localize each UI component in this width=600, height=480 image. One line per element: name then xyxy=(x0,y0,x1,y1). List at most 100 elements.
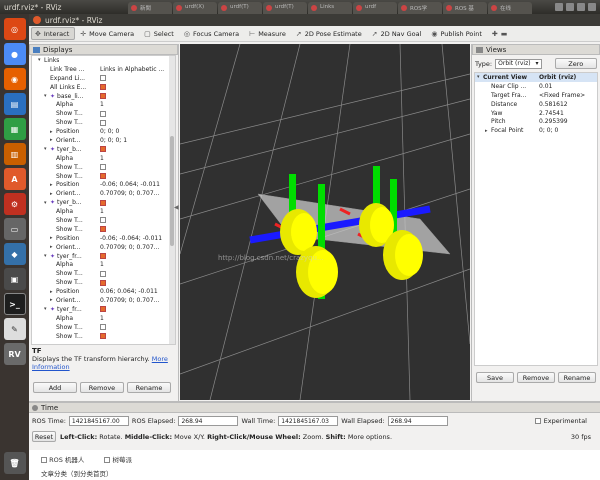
writer-icon[interactable]: ▤ xyxy=(3,93,26,115)
save-button[interactable]: Save xyxy=(476,372,514,383)
property-value[interactable] xyxy=(100,279,170,286)
close-icon[interactable] xyxy=(33,16,41,24)
wall-time-field[interactable]: 1421845167.03 xyxy=(278,416,339,426)
display-property-row[interactable]: ▾ ✦ tyer_b... xyxy=(32,145,175,154)
property-value[interactable] xyxy=(100,164,170,171)
display-property-row[interactable]: Show T... xyxy=(32,278,175,287)
displays-tree[interactable]: ▾ Links Link Tree ... Links in Alphabetic .… xyxy=(31,55,176,345)
property-checkbox[interactable] xyxy=(100,119,106,126)
property-checkbox[interactable] xyxy=(100,84,106,91)
tool-interact[interactable]: ✥ Interact xyxy=(31,27,76,40)
add-tool-button[interactable]: ✚ ▬ xyxy=(489,27,513,40)
browser-tab[interactable]: ROS学 xyxy=(398,2,442,14)
terminal-icon[interactable]: >_ xyxy=(3,293,26,315)
volume-icon[interactable] xyxy=(577,3,585,11)
view-type-select[interactable]: Orbit (rviz) ▾ xyxy=(495,58,542,69)
collapse-left-arrow-icon[interactable]: ◀ xyxy=(174,204,179,211)
display-property-row[interactable]: ▸ Position -0.06; -0.064; -0.011 xyxy=(32,234,175,243)
background-option-2[interactable]: 树莓派 xyxy=(104,454,132,464)
display-property-row[interactable]: ▸ Position 0; 0; 0 xyxy=(32,127,175,136)
tool-measure[interactable]: ⊢ Measure xyxy=(246,27,291,40)
wall-elapsed-field[interactable]: 268.94 xyxy=(387,416,448,426)
display-property-row[interactable]: All Links E... xyxy=(32,83,175,92)
display-property-row[interactable]: Show T... xyxy=(32,225,175,234)
scrollbar-thumb[interactable] xyxy=(170,136,174,246)
display-property-row[interactable]: ▸ Orient... 0.70709; 0; 0.707... xyxy=(32,243,175,252)
add-button[interactable]: Add xyxy=(33,382,77,393)
browser-tab[interactable]: urdf(T) xyxy=(263,2,307,14)
property-value[interactable] xyxy=(100,270,170,277)
property-checkbox[interactable] xyxy=(100,253,106,260)
display-property-row[interactable]: ▸ Orient... 0.70709; 0; 0.707... xyxy=(32,296,175,305)
display-property-row[interactable]: ▾ ✦ tyer_fr... xyxy=(32,252,175,261)
background-checkbox-2[interactable] xyxy=(104,457,111,463)
background-option-1[interactable]: ROS 机器人 xyxy=(41,454,84,464)
display-property-row[interactable]: ▾ ✦ base_li... xyxy=(32,92,175,101)
view-property-row[interactable]: Distance 0.581612 xyxy=(475,100,597,109)
browser-tab[interactable]: urdf xyxy=(353,2,397,14)
settings-icon[interactable]: ⚙ xyxy=(3,193,26,215)
workspace-icon[interactable]: ▣ xyxy=(3,268,26,290)
software-center-icon[interactable]: A xyxy=(3,168,26,190)
power-icon[interactable] xyxy=(588,3,596,11)
drive-icon[interactable]: ▭ xyxy=(3,218,26,240)
rename-button[interactable]: Rename xyxy=(127,382,171,393)
display-property-row[interactable]: ▸ Orient... 0.70709; 0; 0.707... xyxy=(32,189,175,198)
display-property-row[interactable]: Expand Li... xyxy=(32,74,175,83)
view-property-row[interactable]: Pitch 0.295399 xyxy=(475,117,597,126)
property-value[interactable] xyxy=(100,253,170,260)
tool-focus-camera[interactable]: ◎ Focus Camera xyxy=(181,27,244,40)
mail-icon[interactable] xyxy=(555,3,563,11)
display-property-row[interactable]: Alpha 1 xyxy=(32,207,175,216)
network-icon[interactable] xyxy=(566,3,574,11)
reset-button[interactable]: Reset xyxy=(32,431,56,442)
display-property-row[interactable]: ▸ Position -0.06; 0.064; -0.011 xyxy=(32,180,175,189)
remove-button[interactable]: Remove xyxy=(80,382,124,393)
property-checkbox[interactable] xyxy=(100,199,106,206)
display-property-row[interactable]: Alpha 1 xyxy=(32,100,175,109)
property-checkbox[interactable] xyxy=(100,75,106,82)
display-property-row[interactable]: Show T... xyxy=(32,323,175,332)
zero-button[interactable]: Zero xyxy=(554,58,597,69)
display-property-row[interactable]: Show T... xyxy=(32,163,175,172)
property-checkbox[interactable] xyxy=(100,279,106,286)
display-property-row[interactable]: Alpha 1 xyxy=(32,260,175,269)
views-remove-button[interactable]: Remove xyxy=(517,372,555,383)
views-rename-button[interactable]: Rename xyxy=(558,372,596,383)
impress-icon[interactable]: ▥ xyxy=(3,143,26,165)
browser-tab[interactable]: urdf(X) xyxy=(173,2,217,14)
calc-icon[interactable]: ▦ xyxy=(3,118,26,140)
property-value[interactable] xyxy=(100,217,170,224)
view-property-row[interactable]: ▸ Focal Point 0; 0; 0 xyxy=(475,126,597,135)
firefox-icon[interactable]: ◉ xyxy=(3,68,26,90)
views-tree[interactable]: ▾ Current View Orbit (rviz) Near Clip ... 0.… xyxy=(474,72,598,366)
browser-tab[interactable]: 新聞 xyxy=(128,2,172,14)
dash-home-icon[interactable]: ◎ xyxy=(3,18,26,40)
ros-time-field[interactable]: 1421845167.00 xyxy=(68,416,129,426)
display-property-row[interactable]: Show T... xyxy=(32,118,175,127)
browser-tab[interactable]: urdf(T) xyxy=(218,2,262,14)
experimental-checkbox[interactable] xyxy=(534,418,541,424)
property-checkbox[interactable] xyxy=(100,324,106,331)
property-value[interactable] xyxy=(100,324,170,331)
property-value[interactable] xyxy=(100,173,170,180)
property-value[interactable] xyxy=(100,146,170,153)
tool-move-camera[interactable]: ✛ Move Camera xyxy=(77,27,139,40)
browser-tab[interactable]: 在线 xyxy=(488,2,532,14)
tool-2d-pose-estimate[interactable]: ➚ 2D Pose Estimate xyxy=(293,27,367,40)
property-value[interactable] xyxy=(100,333,170,340)
background-checkbox-1[interactable] xyxy=(41,457,47,463)
3d-viewport[interactable]: http://blog.csdn.net/crazyqu... xyxy=(180,44,470,400)
display-property-row[interactable]: Alpha 1 xyxy=(32,154,175,163)
view-property-row[interactable]: Near Clip ... 0.01 xyxy=(475,82,597,91)
tool-2d-nav-goal[interactable]: ➚ 2D Nav Goal xyxy=(369,27,427,40)
view-property-row[interactable]: ▾ Current View Orbit (rviz) xyxy=(475,73,597,82)
property-checkbox[interactable] xyxy=(100,110,106,117)
display-property-row[interactable]: Alpha 1 xyxy=(32,314,175,323)
display-property-row[interactable]: Show T... xyxy=(32,269,175,278)
property-checkbox[interactable] xyxy=(100,333,106,340)
chrome-icon[interactable]: ● xyxy=(3,43,26,65)
view-property-row[interactable]: Target Fra... <Fixed Frame> xyxy=(475,91,597,100)
property-checkbox[interactable] xyxy=(100,93,106,99)
property-checkbox[interactable] xyxy=(100,217,106,224)
